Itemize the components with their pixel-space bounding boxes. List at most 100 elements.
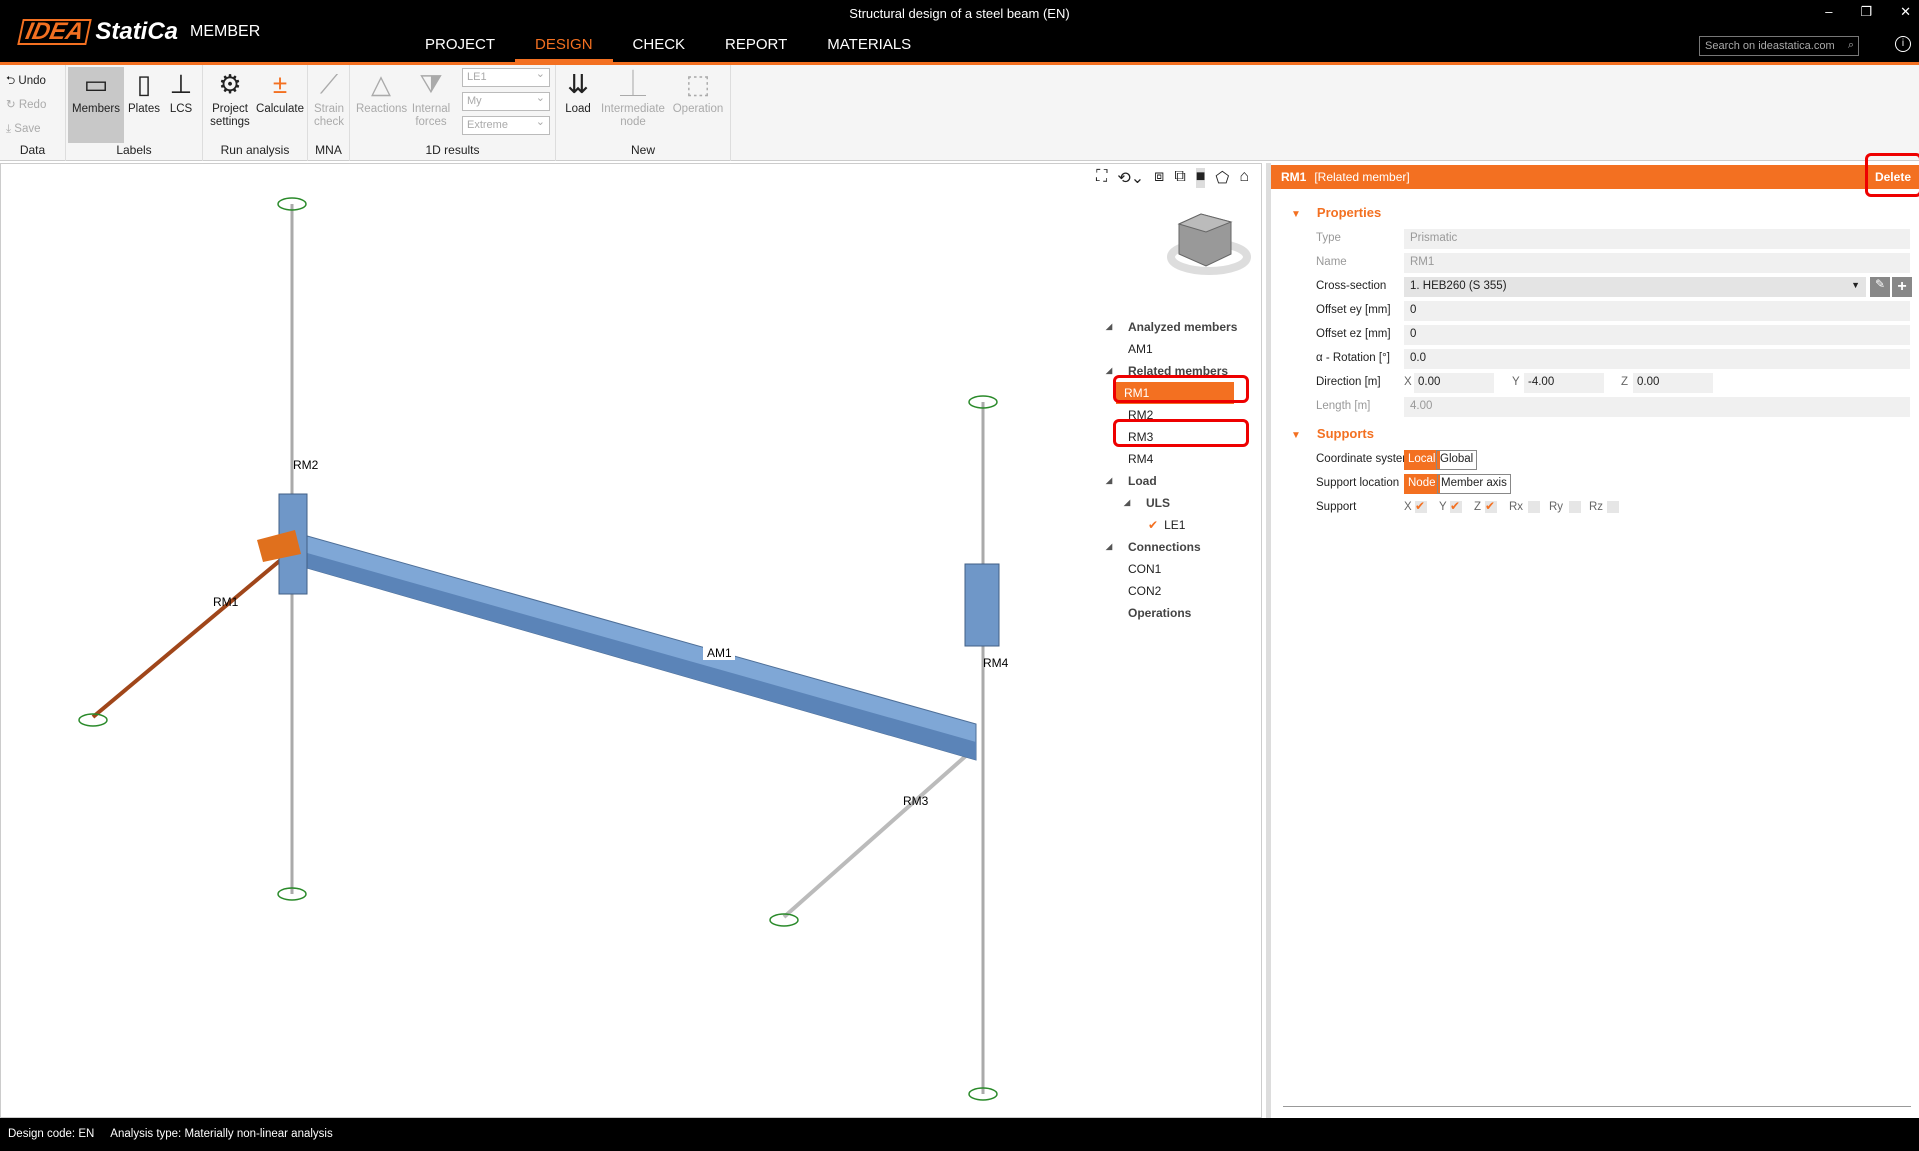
- tree-uls[interactable]: ◢ ULS: [1106, 492, 1237, 514]
- lcs-button[interactable]: ⊥ LCS: [164, 67, 198, 116]
- tab-check[interactable]: CHECK: [613, 36, 706, 62]
- save-button[interactable]: ⤓ Save: [6, 123, 41, 136]
- support-ry-checkbox[interactable]: [1569, 501, 1581, 513]
- project-settings-label: Project settings: [210, 103, 250, 128]
- tree-analyzed-members[interactable]: ◢ Analyzed members: [1106, 316, 1237, 338]
- offset-ez-input[interactable]: 0: [1404, 325, 1910, 345]
- tree-item-rm4[interactable]: RM4: [1106, 448, 1237, 470]
- operation-button[interactable]: ⬚ Operation: [668, 67, 728, 116]
- label-rm3: RM3: [903, 794, 929, 808]
- tab-materials[interactable]: MATERIALS: [807, 36, 931, 62]
- checkbox-checked-icon[interactable]: ✔: [1148, 518, 1158, 532]
- calculate-label: Calculate: [256, 103, 304, 115]
- coordinate-system-label: Coordinate system: [1316, 453, 1412, 465]
- view-cube[interactable]: [1167, 213, 1251, 275]
- tab-design[interactable]: DESIGN: [515, 36, 613, 62]
- search-placeholder: Search on ideastatica.com: [1705, 40, 1835, 52]
- 3d-viewport[interactable]: ⛶ ⟲⌄ ⧈ ⧉ ■ ⬠ ⌂ RM2 RM1 AM1 RM4 RM3 ◢ Ana…: [0, 163, 1262, 1118]
- supports-section[interactable]: ▼ Supports: [1291, 426, 1374, 441]
- minimize-button[interactable]: –: [1825, 4, 1832, 20]
- internal-forces-icon: ⧩: [419, 69, 443, 99]
- rotation-input[interactable]: 0.0: [1404, 349, 1910, 369]
- direction-z-input[interactable]: 0.00: [1633, 373, 1713, 393]
- support-x-checkbox[interactable]: ✔: [1415, 500, 1427, 513]
- extreme-select[interactable]: Extreme: [462, 115, 550, 135]
- edit-icon[interactable]: ✎: [1870, 277, 1890, 297]
- analysis-type: Analysis type: Materially non-linear ana…: [110, 1128, 333, 1140]
- cross-section-label: Cross-section: [1316, 280, 1387, 292]
- status-bar: Design code: EN Analysis type: Materially…: [0, 1118, 1919, 1151]
- support-rx-checkbox[interactable]: [1528, 501, 1540, 513]
- strain-icon: ⟋: [319, 69, 339, 99]
- members-icon: ▭: [83, 69, 109, 99]
- rotation-label: α - Rotation [°]: [1316, 352, 1390, 364]
- gear-icon: ⚙: [218, 69, 242, 99]
- calculate-button[interactable]: ± Calculate: [255, 67, 305, 116]
- search-input[interactable]: Search on ideastatica.com ⌕: [1699, 36, 1859, 56]
- cross-section-select[interactable]: 1. HEB260 (S 355) ▼: [1404, 277, 1866, 297]
- internal-forces-button[interactable]: ⧩ Internal forces: [408, 67, 454, 129]
- title-bar: IDEA StatiCa MEMBER Structural design of…: [0, 0, 1919, 62]
- operation-label: Operation: [672, 103, 724, 115]
- strain-check-button[interactable]: ⟋ Strain check: [310, 67, 348, 129]
- group-label: MNA: [315, 143, 342, 157]
- tree-load[interactable]: ◢ Load: [1106, 470, 1237, 492]
- node-toggle[interactable]: Node: [1404, 474, 1440, 494]
- reactions-icon: △: [371, 69, 391, 99]
- group-label: Labels: [116, 143, 152, 157]
- tree-item-con1[interactable]: CON1: [1106, 558, 1237, 580]
- type-label: Type: [1316, 232, 1341, 244]
- tree-item-am1[interactable]: AM1: [1106, 338, 1237, 360]
- panel-divider: [1283, 1106, 1911, 1107]
- model-canvas: RM2 RM1 AM1 RM4 RM3: [78, 197, 1251, 1101]
- logo-idea: IDEA: [17, 18, 93, 45]
- tab-report[interactable]: REPORT: [705, 36, 807, 62]
- restore-button[interactable]: ❐: [1860, 4, 1872, 20]
- members-button[interactable]: ▭ Members: [68, 67, 124, 143]
- local-toggle[interactable]: Local: [1404, 450, 1440, 470]
- plates-icon: ▯: [136, 69, 152, 99]
- ribbon: ⮌ Undo ↻ Redo ⤓ Save Data ▭ Members ▯ Plat…: [0, 65, 1919, 161]
- window-title: Structural design of a steel beam (EN): [849, 6, 1070, 21]
- info-icon[interactable]: i: [1895, 36, 1911, 52]
- label-rm2: RM2: [293, 458, 319, 472]
- strain-check-label: Strain check: [313, 103, 345, 128]
- tree-item-con2[interactable]: CON2: [1106, 580, 1237, 602]
- member-axis-toggle[interactable]: Member axis: [1437, 474, 1511, 494]
- name-label: Name: [1316, 256, 1347, 268]
- direction-y-input[interactable]: -4.00: [1524, 373, 1604, 393]
- load-button[interactable]: ⇊ Load: [558, 67, 598, 116]
- tab-project[interactable]: PROJECT: [405, 36, 515, 62]
- support-y-checkbox[interactable]: ✔: [1450, 500, 1462, 513]
- plates-button[interactable]: ▯ Plates: [126, 67, 162, 116]
- support-rz-checkbox[interactable]: [1607, 501, 1619, 513]
- group-label: Data: [19, 143, 46, 157]
- reactions-button[interactable]: △ Reactions: [356, 67, 407, 116]
- direction-x-input[interactable]: 0.00: [1414, 373, 1494, 393]
- tree-item-le1[interactable]: ✔ LE1: [1106, 514, 1237, 536]
- direction-label: Direction [m]: [1316, 376, 1381, 388]
- tree-connections[interactable]: ◢ Connections: [1106, 536, 1237, 558]
- calculator-icon: ±: [272, 69, 288, 99]
- load-case-select[interactable]: LE1: [462, 67, 550, 87]
- support-z-checkbox[interactable]: ✔: [1485, 500, 1497, 513]
- close-button[interactable]: ✕: [1900, 4, 1911, 20]
- support-label: Support: [1316, 501, 1357, 513]
- global-toggle[interactable]: Global: [1436, 450, 1478, 470]
- name-field: RM1: [1404, 253, 1910, 273]
- add-icon[interactable]: +: [1892, 277, 1912, 297]
- undo-label: Undo: [18, 75, 46, 87]
- length-field: 4.00: [1404, 397, 1910, 417]
- project-settings-button[interactable]: ⚙ Project settings: [205, 67, 255, 129]
- tree-operations[interactable]: Operations: [1106, 602, 1237, 624]
- force-component-select[interactable]: My: [462, 91, 550, 111]
- group-label: 1D results: [425, 143, 480, 157]
- load-icon: ⇊: [567, 69, 589, 99]
- intermediate-node-button[interactable]: ⏊ Intermediate node: [598, 67, 668, 129]
- properties-section[interactable]: ▼ Properties: [1291, 205, 1381, 220]
- offset-ey-input[interactable]: 0: [1404, 301, 1910, 321]
- group-new: ⇊ Load ⏊ Intermediate node ⬚ Operation New: [556, 65, 731, 161]
- redo-button[interactable]: ↻ Redo: [6, 99, 46, 112]
- model-tree: ◢ Analyzed members AM1 ◢ Related members R…: [1106, 316, 1237, 624]
- undo-button[interactable]: ⮌ Undo: [6, 75, 46, 88]
